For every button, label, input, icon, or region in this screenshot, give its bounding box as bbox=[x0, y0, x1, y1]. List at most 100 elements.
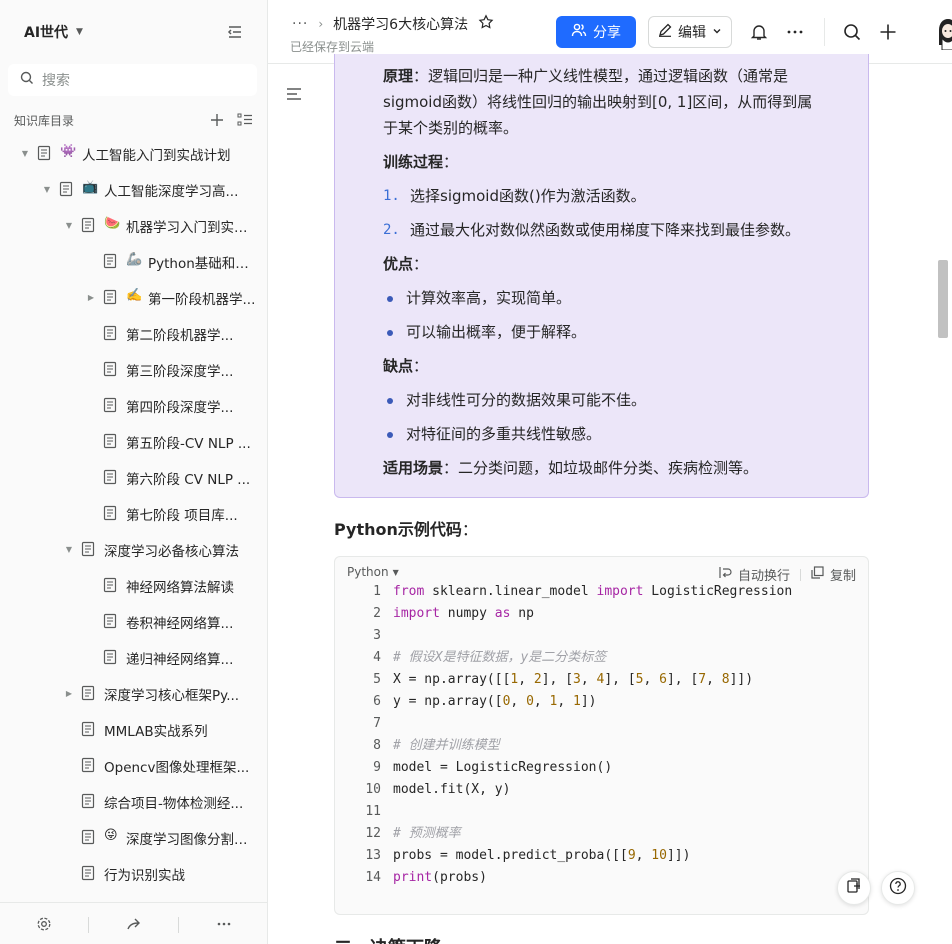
star-icon[interactable] bbox=[478, 14, 494, 34]
code-line: 7 bbox=[335, 713, 868, 735]
document-icon bbox=[80, 541, 96, 557]
help-button[interactable] bbox=[881, 871, 915, 905]
caret-down-icon[interactable]: ▼ bbox=[20, 148, 30, 158]
document-icon bbox=[102, 613, 118, 629]
more-icon[interactable] bbox=[785, 22, 805, 42]
edit-button[interactable]: 编辑 bbox=[648, 16, 732, 48]
code-block[interactable]: Python ▼ 自动换行 复制 1 from sklearn.linear_mo… bbox=[334, 556, 869, 915]
code-text: print(probs) bbox=[393, 870, 487, 885]
bullet-dot bbox=[387, 330, 393, 336]
tree-item[interactable]: ▼ 🍉 机器学习入门到实战... bbox=[0, 207, 267, 243]
document-icon bbox=[80, 757, 96, 773]
tree-item[interactable]: ▶ ✍️ 第一阶段机器学... bbox=[0, 279, 267, 315]
tree-item[interactable]: Opencv图像处理框架... bbox=[0, 747, 267, 783]
tree-item[interactable]: 第五阶段-CV NLP ... bbox=[0, 423, 267, 459]
caret-down-icon: ▼ bbox=[392, 567, 399, 577]
cons-heading: 缺点： bbox=[383, 357, 429, 375]
cons-label: 缺点 bbox=[383, 357, 414, 375]
caret-down-icon[interactable]: ▼ bbox=[64, 220, 74, 230]
breadcrumb-more[interactable]: ··· bbox=[292, 16, 308, 32]
cons-item: 对特征间的多重共线性敏感。 bbox=[406, 425, 602, 443]
scrollbar[interactable] bbox=[936, 64, 952, 944]
scrollbar-thumb[interactable] bbox=[938, 260, 948, 338]
avatar[interactable] bbox=[934, 14, 952, 51]
help-icon bbox=[889, 877, 907, 899]
search-icon[interactable] bbox=[842, 22, 862, 42]
step-text: 通过最大化对数似然函数或使用梯度下降来找到最佳参数。 bbox=[410, 221, 801, 239]
caret-down-icon[interactable]: ▼ bbox=[64, 544, 74, 554]
tree-item[interactable]: 行为识别实战 bbox=[0, 855, 267, 891]
tree-item-label: 综合项目-物体检测经... bbox=[104, 796, 244, 812]
tree-item-label: 第二阶段机器学... bbox=[126, 328, 234, 344]
code-language-select[interactable]: Python ▼ bbox=[347, 565, 399, 579]
tree-item[interactable]: 递归神经网络算... bbox=[0, 639, 267, 675]
toc-icon[interactable] bbox=[286, 86, 302, 102]
document-icon bbox=[102, 433, 118, 449]
principle-line-2: sigmoid函数）将线性回归的输出映射到[0, 1]区间，从而得到属 bbox=[383, 93, 813, 111]
share-button[interactable]: 分享 bbox=[556, 16, 636, 48]
caret-right-icon[interactable]: ▶ bbox=[64, 688, 74, 698]
doc-title[interactable]: 机器学习6大核心算法 bbox=[333, 14, 468, 34]
item-emoji-icon: 📺 bbox=[82, 180, 99, 195]
line-number: 13 bbox=[365, 848, 381, 863]
tree-item[interactable]: 第六阶段 CV NLP ... bbox=[0, 459, 267, 495]
item-emoji-icon: 😜 bbox=[104, 828, 118, 843]
bullet-dot bbox=[387, 432, 393, 438]
tree-item[interactable]: 第七阶段 项目库... bbox=[0, 495, 267, 531]
tree-item-label: 递归神经网络算... bbox=[126, 652, 234, 668]
code-line: 4 # 假设X是特征数据，y是二分类标签 bbox=[335, 647, 868, 669]
tree-item[interactable]: 卷积神经网络算... bbox=[0, 603, 267, 639]
share-link-icon[interactable] bbox=[126, 916, 142, 932]
tree-item-label: 第三阶段深度学... bbox=[126, 364, 234, 380]
tree-item[interactable]: 😜 深度学习图像分割实战 bbox=[0, 819, 267, 855]
document-icon bbox=[102, 469, 118, 485]
sidebar: AI世代 ▼ 搜索 知识库目录 ▼ 👾 人工智能入门到实战计划 ▼ 📺 人工智能深度学习高… bbox=[0, 0, 268, 944]
line-number: 6 bbox=[373, 694, 381, 709]
code-text: model = LogisticRegression() bbox=[393, 760, 613, 775]
tree-item[interactable]: ▶ 深度学习核心框架Py... bbox=[0, 675, 267, 711]
bell-icon[interactable] bbox=[749, 22, 769, 42]
item-emoji-icon: 🍉 bbox=[104, 216, 121, 231]
next-section-heading: 二、决策下降 bbox=[334, 934, 442, 944]
tree-item[interactable]: 🦾 Python基础和数... bbox=[0, 243, 267, 279]
settings-icon[interactable] bbox=[36, 916, 52, 932]
step-number: 2. bbox=[383, 222, 400, 238]
line-number: 7 bbox=[373, 716, 381, 731]
search-input[interactable]: 搜索 bbox=[8, 64, 257, 96]
copy-doc-icon bbox=[846, 878, 862, 898]
copy-doc-button[interactable] bbox=[837, 871, 871, 905]
plus-icon[interactable] bbox=[878, 22, 898, 42]
pros-item: 计算效率高，实现简单。 bbox=[406, 289, 572, 307]
code-text: y = np.array([0, 0, 1, 1]) bbox=[393, 694, 597, 709]
catalog-title: 知识库目录 bbox=[14, 113, 75, 128]
caret-right-icon[interactable]: ▶ bbox=[86, 292, 96, 302]
collapse-sidebar-icon[interactable] bbox=[225, 22, 245, 42]
tree-item[interactable]: 综合项目-物体检测经... bbox=[0, 783, 267, 819]
add-icon[interactable] bbox=[208, 111, 226, 129]
tree-item[interactable]: MMLAB实战系列 bbox=[0, 711, 267, 747]
tree-item[interactable]: 神经网络算法解读 bbox=[0, 567, 267, 603]
code-text: # 创建并训练模型 bbox=[393, 738, 500, 753]
save-status: 已经保存到云端 bbox=[290, 40, 375, 54]
pros-label: 优点 bbox=[383, 255, 414, 273]
space-switcher[interactable]: AI世代 ▼ bbox=[24, 22, 83, 42]
tree-item-label: 第七阶段 项目库... bbox=[126, 508, 238, 524]
tree-item[interactable]: ▼ 👾 人工智能入门到实战计划 bbox=[0, 135, 267, 171]
line-number: 8 bbox=[373, 738, 381, 753]
item-emoji-icon: 👾 bbox=[60, 144, 77, 159]
caret-down-icon[interactable]: ▼ bbox=[42, 184, 52, 194]
more-icon[interactable] bbox=[216, 916, 232, 932]
code-text: model.fit(X, y) bbox=[393, 782, 511, 797]
tree-item[interactable]: ▼ 深度学习必备核心算法 bbox=[0, 531, 267, 567]
code-line: 9 model = LogisticRegression() bbox=[335, 757, 868, 779]
tree-item-label: 神经网络算法解读 bbox=[126, 580, 234, 596]
tree-item[interactable]: 第三阶段深度学... bbox=[0, 351, 267, 387]
tree-item-label: 行为识别实战 bbox=[104, 868, 185, 884]
step-number: 1. bbox=[383, 188, 400, 204]
tree-item[interactable]: 第四阶段深度学... bbox=[0, 387, 267, 423]
sidebar-footer bbox=[0, 902, 267, 944]
list-settings-icon[interactable] bbox=[236, 111, 254, 129]
tree-item[interactable]: 第二阶段机器学... bbox=[0, 315, 267, 351]
tree-item[interactable]: ▼ 📺 人工智能深度学习高... bbox=[0, 171, 267, 207]
line-number: 12 bbox=[365, 826, 381, 841]
